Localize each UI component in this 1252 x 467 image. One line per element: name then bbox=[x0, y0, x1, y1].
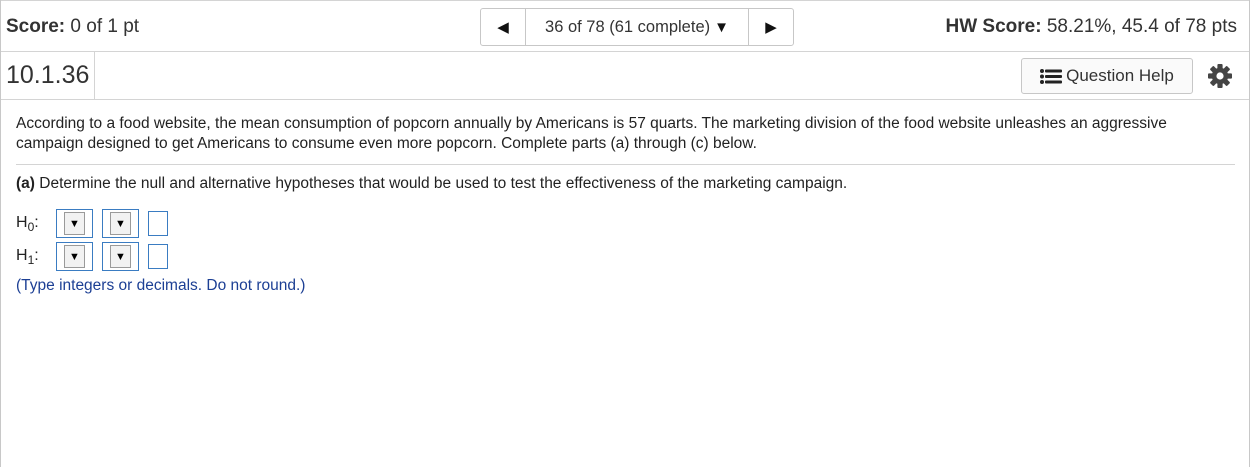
question-frame: Score: 0 of 1 pt ◀ 36 of 78 (61 complete… bbox=[0, 0, 1250, 467]
score-value: 0 of 1 pt bbox=[70, 16, 140, 37]
dropdown-arrow-icon: ▼ bbox=[110, 212, 131, 235]
triangle-right-icon: ▶ bbox=[765, 19, 777, 36]
alternative-hypothesis-label: H1: bbox=[16, 246, 39, 267]
question-intro-text: According to a food website, the mean co… bbox=[16, 114, 1235, 165]
dropdown-arrow-icon: ▼ bbox=[64, 212, 85, 235]
question-header: 10.1.36 Question Help bbox=[1, 52, 1249, 100]
score-label: Score: bbox=[6, 16, 66, 37]
question-help-button[interactable]: Question Help bbox=[1021, 58, 1193, 94]
list-icon bbox=[1040, 68, 1063, 84]
previous-question-button[interactable]: ◀ bbox=[481, 9, 526, 45]
answer-format-hint: (Type integers or decimals. Do not round… bbox=[16, 277, 306, 294]
triangle-down-icon: ▼ bbox=[714, 18, 729, 36]
top-bar: Score: 0 of 1 pt ◀ 36 of 78 (61 complete… bbox=[1, 0, 1249, 52]
alternative-hypothesis-row: H1: ▼ ▼ bbox=[16, 240, 1235, 273]
null-hypothesis-label: H0: bbox=[16, 213, 39, 234]
hw-score-value: 58.21%, 45.4 of 78 pts bbox=[1046, 16, 1237, 37]
part-a-text: Determine the null and alternative hypot… bbox=[39, 175, 848, 192]
alternative-value-input[interactable] bbox=[148, 244, 168, 269]
alternative-operator-select[interactable]: ▼ bbox=[102, 242, 139, 271]
next-question-button[interactable]: ▶ bbox=[748, 9, 793, 45]
question-position-dropdown[interactable]: 36 of 78 (61 complete) ▼ bbox=[526, 9, 748, 45]
alternative-parameter-select[interactable]: ▼ bbox=[56, 242, 93, 271]
question-help-label: Question Help bbox=[1066, 66, 1174, 85]
hw-score-label: HW Score: bbox=[945, 16, 1042, 37]
question-content: According to a food website, the mean co… bbox=[1, 114, 1249, 295]
gear-icon[interactable] bbox=[1207, 63, 1233, 89]
null-parameter-select[interactable]: ▼ bbox=[56, 209, 93, 238]
null-hypothesis-row: H0: ▼ ▼ bbox=[16, 207, 1235, 240]
null-operator-select[interactable]: ▼ bbox=[102, 209, 139, 238]
null-value-input[interactable] bbox=[148, 211, 168, 236]
score-display: Score: 0 of 1 pt bbox=[6, 16, 139, 38]
question-number: 10.1.36 bbox=[1, 52, 96, 99]
part-a-prompt: (a) Determine the null and alternative h… bbox=[16, 175, 1235, 193]
question-position-text: 36 of 78 (61 complete) bbox=[545, 17, 711, 36]
part-a-label: (a) bbox=[16, 175, 35, 192]
dropdown-arrow-icon: ▼ bbox=[64, 245, 85, 268]
triangle-left-icon: ◀ bbox=[497, 19, 509, 36]
hw-score-display: HW Score: 58.21%, 45.4 of 78 pts bbox=[946, 16, 1238, 38]
dropdown-arrow-icon: ▼ bbox=[110, 245, 131, 268]
question-navigator: ◀ 36 of 78 (61 complete) ▼ ▶ bbox=[480, 8, 794, 46]
